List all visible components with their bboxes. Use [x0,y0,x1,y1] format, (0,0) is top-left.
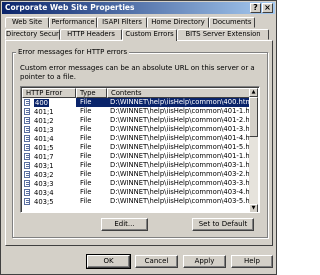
scroll-down-icon[interactable]: ▼ [249,204,258,212]
help-title-button[interactable]: ? [250,3,261,13]
table-row[interactable]: 401;5 File D:\WINNET\help\iisHelp\common\4… [22,143,251,152]
contents-cell: D:\WINNET\help\iisHelp\common\403-2.htm [110,170,251,178]
tab-panel: Error messages for HTTP errors Custom er… [5,40,273,246]
document-icon [24,108,30,115]
vertical-scrollbar[interactable]: ▲ ▼ [249,88,258,212]
contents-cell: D:\WINNET\help\iisHelp\common\403-3.htm [110,179,251,187]
properties-dialog: Corporate Web Site Properties ? × Web Si… [0,0,277,275]
type-cell: File [80,143,92,151]
set-to-default-button[interactable]: Set to Default [192,218,254,231]
type-cell: File [80,161,92,169]
type-cell: File [80,152,92,160]
http-error-cell: 401;7 [22,152,76,161]
tab-bits-server-extension[interactable]: BITS Server Extension [177,29,269,40]
document-icon [24,144,30,151]
type-cell: File [76,98,107,107]
tab-directory-security[interactable]: Directory Security [5,29,60,40]
type-cell: File [80,116,92,124]
table-row[interactable]: 403;4 File D:\WINNET\help\iisHelp\common\4… [22,188,251,197]
http-error-cell: 403;2 [22,170,76,179]
table-row[interactable]: 400 File D:\WINNET\help\iisHelp\common\400… [22,98,251,107]
document-icon [24,189,30,196]
column-type[interactable]: Type [76,88,107,98]
contents-cell: D:\WINNET\help\iisHelp\common\403-1.htm [110,161,251,169]
table-row[interactable]: 401;2 File D:\WINNET\help\iisHelp\common\4… [22,116,251,125]
group-label: Error messages for HTTP errors [16,48,130,56]
table-row[interactable]: 401;1 File D:\WINNET\help\iisHelp\common\4… [22,107,251,116]
type-cell: File [80,188,92,196]
type-cell: File [80,125,92,133]
close-button[interactable]: × [262,3,273,13]
tab-row-1: Web Site Performance ISAPI Filters Home … [5,17,255,28]
tab-custom-errors[interactable]: Custom Errors [122,29,177,41]
document-icon [24,171,30,178]
list-rows: 400 File D:\WINNET\help\iisHelp\common\400… [22,98,251,206]
title-bar: Corporate Web Site Properties ? × [2,2,275,14]
help-button[interactable]: Help [231,255,273,268]
contents-cell: D:\WINNET\help\iisHelp\common\403-4.htm [110,188,251,196]
tab-http-headers[interactable]: HTTP Headers [60,29,122,40]
type-cell: File [80,134,92,142]
http-errors-list[interactable]: HTTP Error Type Contents 400 File D:\WINNE… [20,86,260,213]
ok-button[interactable]: OK [86,254,131,269]
table-row[interactable]: 403;2 File D:\WINNET\help\iisHelp\common\4… [22,170,251,179]
tab-isapi-filters[interactable]: ISAPI Filters [97,17,147,28]
tab-performance[interactable]: Performance [49,17,97,28]
http-error-cell: 403;3 [22,179,76,188]
contents-cell: D:\WINNET\help\iisHelp\common\401-1.htm [110,107,251,115]
http-error-cell: 400 [22,98,76,107]
document-icon [24,117,30,124]
table-row[interactable]: 401;4 File D:\WINNET\help\iisHelp\common\4… [22,134,251,143]
contents-cell: D:\WINNET\help\iisHelp\common\400.htm [107,98,251,107]
contents-cell: D:\WINNET\help\iisHelp\common\401-3.htm [110,125,251,133]
cancel-button[interactable]: Cancel [135,255,178,268]
group-description: Custom error messages can be an absolute… [20,64,255,81]
contents-cell: D:\WINNET\help\iisHelp\common\403-5.htm [110,197,251,205]
document-icon [24,180,30,187]
http-error-cell: 401;1 [22,107,76,116]
document-icon [24,135,30,142]
tab-home-directory[interactable]: Home Directory [147,17,209,28]
document-icon [24,153,30,160]
type-cell: File [80,179,92,187]
apply-button[interactable]: Apply [183,255,226,268]
contents-cell: D:\WINNET\help\iisHelp\common\401-1.htm [110,152,251,160]
contents-cell: D:\WINNET\help\iisHelp\common\401-4.htm [110,134,251,142]
type-cell: File [80,197,92,205]
type-cell: File [80,170,92,178]
document-icon [24,162,30,169]
http-error-cell: 403;5 [22,197,76,206]
list-header: HTTP Error Type Contents [22,88,251,98]
http-error-cell: 403;4 [22,188,76,197]
type-cell: File [80,107,92,115]
column-contents[interactable]: Contents [107,88,251,98]
table-row[interactable]: 403;5 File D:\WINNET\help\iisHelp\common\4… [22,197,251,206]
table-row[interactable]: 401;3 File D:\WINNET\help\iisHelp\common\4… [22,125,251,134]
http-error-cell: 401;2 [22,116,76,125]
table-row[interactable]: 403;3 File D:\WINNET\help\iisHelp\common\4… [22,179,251,188]
http-error-cell: 403;1 [22,161,76,170]
contents-cell: D:\WINNET\help\iisHelp\common\401-5.htm [110,143,251,151]
scroll-up-icon[interactable]: ▲ [249,88,258,97]
scroll-thumb[interactable] [249,97,258,137]
tab-web-site[interactable]: Web Site [5,17,49,28]
http-error-cell: 401;3 [22,125,76,134]
table-row[interactable]: 403;1 File D:\WINNET\help\iisHelp\common\4… [22,161,251,170]
document-icon [24,126,30,133]
contents-cell: D:\WINNET\help\iisHelp\common\401-2.htm [110,116,251,124]
http-error-cell: 401;4 [22,134,76,143]
window-title: Corporate Web Site Properties [5,3,135,12]
document-icon [24,99,30,106]
edit-button[interactable]: Edit... [101,218,148,231]
http-error-cell: 401;5 [22,143,76,152]
tab-row-2: Directory Security HTTP Headers Custom E… [5,29,269,41]
column-http-error[interactable]: HTTP Error [22,88,76,98]
tab-documents[interactable]: Documents [209,17,255,28]
document-icon [24,198,30,205]
table-row[interactable]: 401;7 File D:\WINNET\help\iisHelp\common\4… [22,152,251,161]
